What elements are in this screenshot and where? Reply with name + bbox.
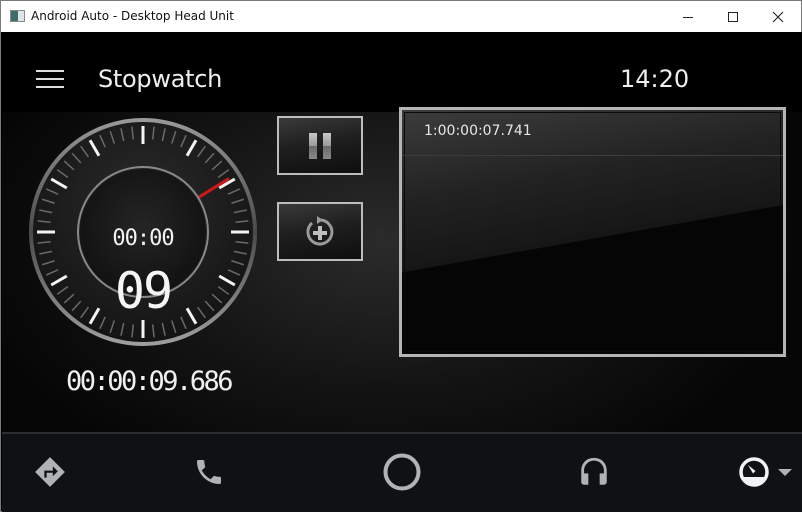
- page-title: Stopwatch: [98, 65, 223, 93]
- lap-time: 1:00:00:07.741: [424, 123, 532, 139]
- hamburger-menu-icon[interactable]: [36, 70, 64, 90]
- close-button[interactable]: [755, 1, 801, 32]
- lap-row[interactable]: 1:00:00:07.741: [402, 110, 783, 156]
- nav-car-button[interactable]: [732, 450, 776, 494]
- speedometer-icon: [739, 457, 769, 487]
- home-circle-icon: [383, 453, 421, 491]
- app-window-icon: [10, 10, 25, 22]
- stopwatch-dial: 00:00 09: [29, 118, 257, 346]
- lap-list[interactable]: 1:00:00:07.741: [399, 107, 786, 357]
- nav-dropdown-button[interactable]: [772, 450, 798, 494]
- dial-minutes-readout: 00:00: [112, 226, 173, 251]
- dropdown-arrow-icon: [778, 469, 792, 476]
- window-title: Android Auto - Desktop Head Unit: [31, 9, 234, 23]
- close-icon: [772, 11, 784, 22]
- total-time-text: 00:00:09.686: [66, 366, 234, 397]
- pause-icon: [309, 132, 331, 159]
- navigation-directions-icon: [35, 457, 65, 487]
- nav-home-button[interactable]: [380, 450, 424, 494]
- lap-button[interactable]: [277, 202, 363, 261]
- phone-icon: [197, 460, 221, 484]
- dial-seconds-readout: 09: [115, 262, 171, 320]
- status-clock: 14:20: [620, 65, 690, 93]
- app-header: Stopwatch 14:20: [2, 32, 802, 112]
- nav-phone-button[interactable]: [187, 450, 231, 494]
- total-time-display: 00:00:09.686: [66, 366, 234, 397]
- nav-media-button[interactable]: [572, 450, 616, 494]
- nav-navigation-button[interactable]: [28, 450, 72, 494]
- app-screen: Stopwatch 14:20 00:00 09 00:00:09.686 1:…: [2, 32, 802, 432]
- app-window: Android Auto - Desktop Head Unit Stopwat…: [0, 0, 802, 512]
- minimize-button[interactable]: [665, 1, 711, 32]
- minimize-icon: [683, 16, 693, 18]
- maximize-button[interactable]: [710, 1, 756, 32]
- add-lap-icon: [306, 215, 334, 245]
- title-bar: Android Auto - Desktop Head Unit: [1, 1, 801, 32]
- maximize-icon: [728, 11, 738, 22]
- pause-button[interactable]: [277, 116, 363, 175]
- bottom-nav-bar: [2, 432, 802, 512]
- headphones-icon: [581, 457, 607, 485]
